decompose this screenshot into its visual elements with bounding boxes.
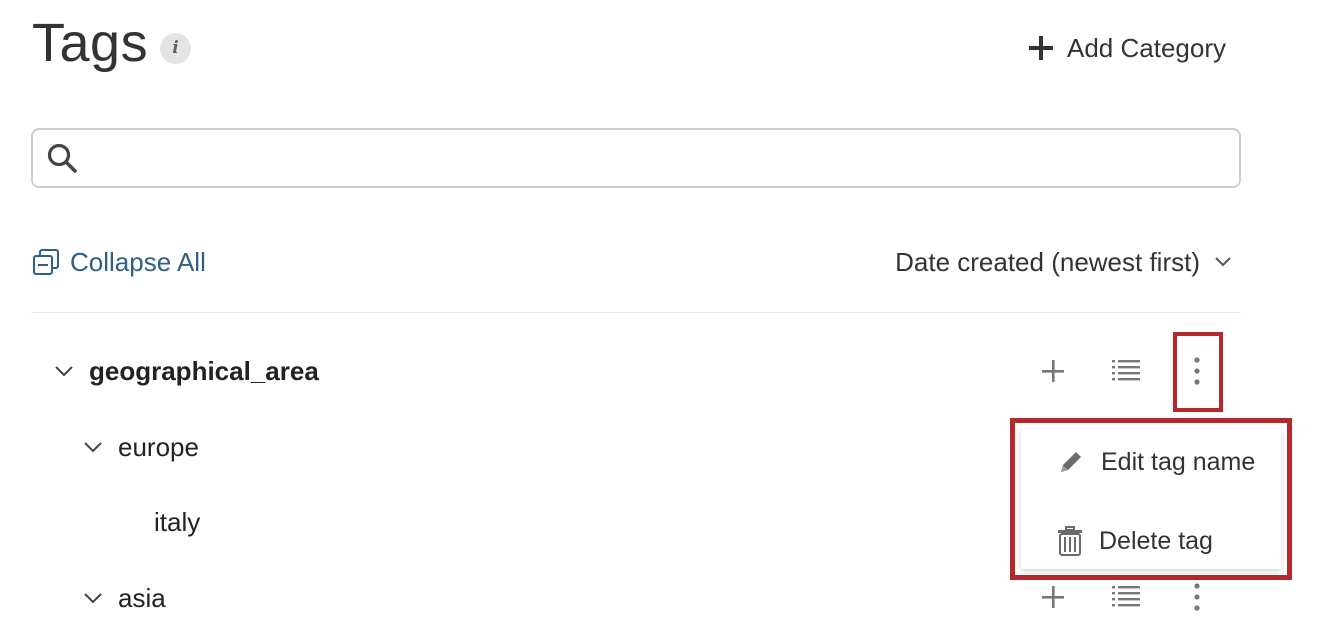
chevron-down-icon — [1215, 257, 1231, 267]
chevron-down-icon[interactable] — [81, 435, 105, 459]
tag-label: europe — [118, 431, 199, 462]
menu-item-label: Delete tag — [1099, 526, 1213, 555]
sort-label: Date created (newest first) — [895, 246, 1200, 277]
list-view-button[interactable] — [1110, 582, 1142, 612]
menu-item-delete-tag[interactable]: Delete tag — [1057, 521, 1213, 561]
collapse-all-label: Collapse All — [70, 246, 206, 277]
add-category-label: Add Category — [1067, 32, 1226, 63]
search-icon — [47, 143, 77, 173]
pencil-icon — [1061, 452, 1081, 472]
chevron-down-icon[interactable] — [52, 359, 76, 383]
search-input[interactable] — [93, 138, 1227, 180]
tree-row-italy[interactable]: italy — [154, 502, 200, 542]
chevron-down-icon[interactable] — [81, 586, 105, 610]
more-options-button[interactable] — [1181, 580, 1213, 614]
collapse-all-button[interactable]: Collapse All — [32, 246, 206, 278]
tree-row-asia[interactable]: asia — [81, 578, 166, 618]
tag-label: geographical_area — [89, 355, 319, 386]
menu-item-label: Edit tag name — [1101, 447, 1256, 476]
page-title: Tags — [32, 13, 149, 73]
collapse-all-icon — [33, 249, 59, 275]
list-icon — [1112, 360, 1140, 381]
add-child-tag-button[interactable] — [1038, 582, 1068, 612]
kebab-icon — [1194, 583, 1200, 611]
add-child-tag-button[interactable] — [1038, 356, 1068, 386]
context-menu-panel: Edit tag name Delete tag — [1021, 429, 1281, 569]
tag-label: asia — [118, 582, 166, 613]
search-box — [31, 128, 1241, 188]
tree-row-geographical-area[interactable]: geographical_area — [52, 351, 319, 391]
plus-icon — [1029, 36, 1053, 60]
sort-dropdown[interactable]: Date created (newest first) — [895, 246, 1232, 278]
divider — [31, 312, 1241, 313]
list-view-button[interactable] — [1110, 356, 1142, 386]
menu-item-edit-tag-name[interactable]: Edit tag name — [1057, 442, 1255, 482]
plus-icon — [1042, 586, 1064, 608]
trash-icon — [1058, 526, 1082, 556]
tag-label: italy — [154, 506, 201, 537]
plus-icon — [1042, 360, 1064, 382]
tags-page: Tags i Add Category Collapse All Date cr… — [0, 0, 1328, 640]
tree-row-europe[interactable]: europe — [81, 427, 199, 467]
info-icon[interactable]: i — [160, 33, 191, 64]
list-icon — [1112, 586, 1140, 607]
add-category-button[interactable]: Add Category — [1027, 30, 1226, 66]
context-menu: Edit tag name Delete tag — [1010, 418, 1292, 580]
highlight-box — [1173, 332, 1223, 412]
